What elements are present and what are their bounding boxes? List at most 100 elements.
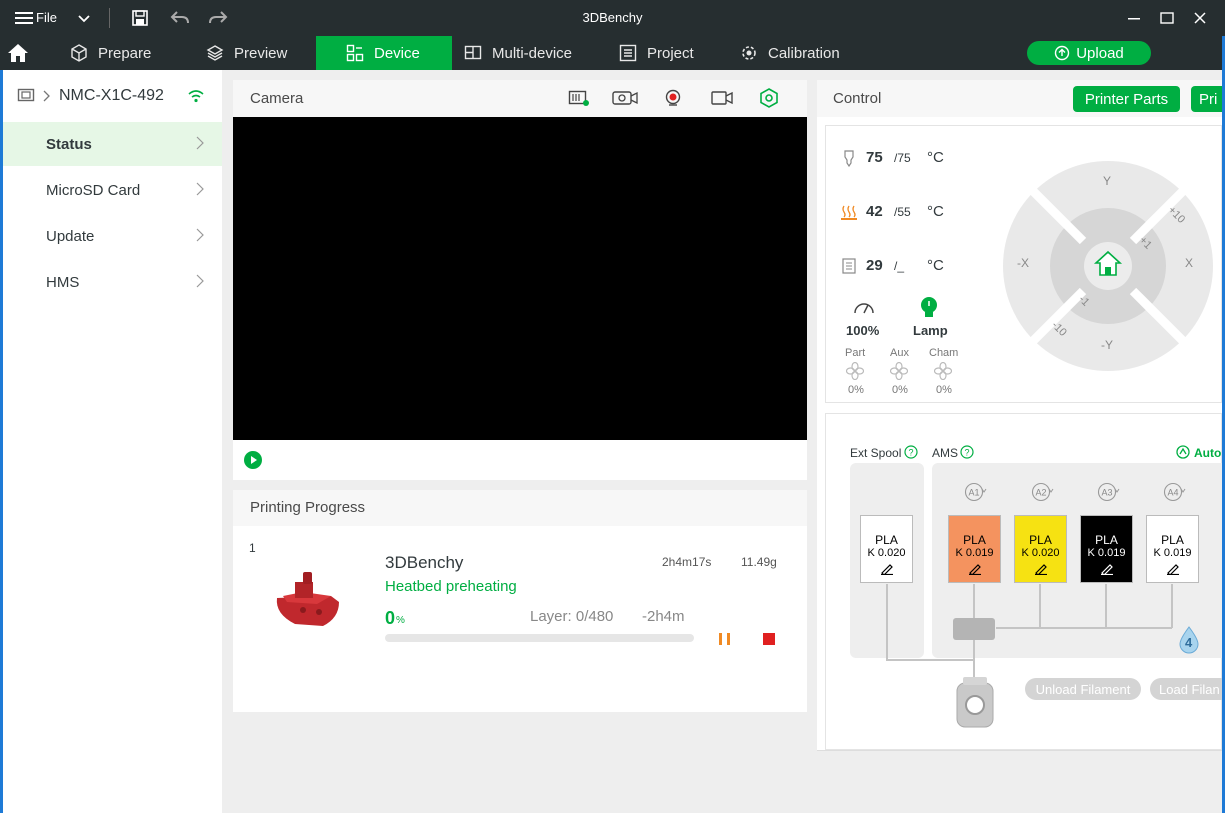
fan-aux-label: Aux [890, 347, 909, 359]
chamber-fan-icon[interactable] [933, 361, 953, 385]
project-icon [619, 44, 637, 62]
edit-icon [1166, 564, 1179, 576]
ams-tray-a2[interactable]: PLA K 0.020 [1014, 515, 1067, 583]
tab-preview[interactable]: Preview [206, 36, 316, 70]
video-icon[interactable] [710, 89, 734, 111]
camera-settings-icon[interactable] [759, 88, 779, 112]
nozzle-temp-current[interactable]: 75 [866, 149, 883, 166]
bed-temp-target[interactable]: /55 [894, 205, 911, 219]
printer-parts-button[interactable]: Printer Parts [1073, 86, 1180, 112]
control-header: Control Printer Parts Pri [817, 80, 1222, 117]
auto-refill-label[interactable]: Auto [1194, 446, 1222, 460]
chamber-temp-current: 29 [866, 257, 883, 274]
humidity-level: 4 [1185, 635, 1193, 650]
jog-x-plus[interactable]: X [1185, 256, 1193, 270]
unload-filament-button[interactable]: Unload Filament [1025, 678, 1141, 700]
minimize-icon[interactable] [1124, 8, 1144, 28]
camera-view[interactable] [233, 117, 807, 440]
part-fan-icon[interactable] [845, 361, 865, 385]
help-icon[interactable]: ? [904, 445, 918, 464]
tray-material: PLA [1161, 533, 1184, 547]
printer-icon [17, 87, 35, 108]
camera-panel: Camera [233, 80, 807, 480]
print-options-button[interactable]: Pri [1191, 86, 1222, 112]
sd-card-icon[interactable] [568, 89, 590, 111]
chevron-right-icon [196, 228, 204, 242]
tab-multi-device[interactable]: Multi-device [464, 36, 604, 70]
play-icon[interactable] [243, 450, 263, 475]
tray-material: PLA [1029, 533, 1052, 547]
stop-icon[interactable] [762, 632, 776, 651]
ams-tray-a4[interactable]: PLA K 0.019 [1146, 515, 1199, 583]
tab-device-label: Device [374, 44, 420, 62]
close-icon[interactable] [1190, 8, 1210, 28]
jog-y-minus[interactable]: -Y [1101, 338, 1113, 352]
humidity-icon[interactable]: 4 [1177, 625, 1201, 660]
ams-tray-a3[interactable]: PLA K 0.019 [1080, 515, 1133, 583]
print-duration: 2h4m17s [662, 555, 712, 569]
help-icon[interactable]: ? [960, 445, 974, 464]
tray-material: PLA [963, 533, 986, 547]
tray-k-value: K 0.019 [955, 547, 994, 559]
tab-device[interactable]: Device [316, 36, 452, 70]
chamber-temp-target: /_ [894, 259, 905, 273]
progress-percent: 0 [385, 608, 396, 628]
control-title: Control [833, 90, 882, 107]
tab-prepare[interactable]: Prepare [70, 36, 180, 70]
ams-label: AMS [932, 446, 959, 460]
tray-k-value: K 0.019 [1087, 547, 1126, 559]
auto-refill-icon[interactable] [1176, 445, 1190, 464]
jog-x-minus[interactable]: -X [1017, 256, 1029, 270]
tab-project-label: Project [647, 44, 694, 62]
sidebar-item-update[interactable]: Update [3, 214, 222, 258]
jog-y-plus[interactable]: Y [1103, 174, 1111, 188]
ams-tray-a1[interactable]: PLA K 0.019 [948, 515, 1001, 583]
maximize-icon[interactable] [1157, 8, 1177, 28]
aux-fan-icon[interactable] [889, 361, 909, 385]
cube-icon [71, 44, 87, 62]
tray-material: PLA [1095, 533, 1118, 547]
load-filament-button[interactable]: Load Filan [1150, 678, 1222, 700]
title-bar: File 3DBenchy [0, 0, 1225, 36]
record-icon[interactable] [664, 89, 682, 111]
timelapse-icon[interactable] [611, 89, 639, 111]
lamp-label[interactable]: Lamp [913, 323, 948, 338]
edit-icon [968, 564, 981, 576]
speed-icon[interactable] [853, 298, 875, 321]
nozzle-temp-target[interactable]: /75 [894, 151, 911, 165]
fan-part-label: Part [845, 347, 866, 359]
progress-percent-unit: % [396, 615, 405, 626]
ext-spool-tray[interactable]: PLA K 0.020 [860, 515, 913, 583]
sidebar-item-microsd-card[interactable]: MicroSD Card [3, 168, 222, 212]
model-thumbnail [273, 568, 343, 635]
svg-text:A3: A3 [1101, 488, 1112, 498]
home-tab[interactable] [0, 36, 46, 70]
edit-icon [1100, 564, 1113, 576]
speed-value[interactable]: 100% [846, 323, 879, 338]
jog-control[interactable]: Y -Y -X X +10 +1 -1 -10 [1003, 161, 1213, 371]
chamber-temp-unit: °C [927, 257, 944, 274]
upload-label: Upload [1076, 44, 1124, 62]
tab-calibration-label: Calibration [768, 44, 840, 62]
bed-temp-current[interactable]: 42 [866, 203, 883, 220]
main-tab-bar: Prepare Preview Device Multi-device Proj… [0, 36, 1225, 70]
svg-text:?: ? [964, 448, 969, 458]
tray-k-value: K 0.020 [1021, 547, 1060, 559]
unload-filament-label: Unload Filament [1035, 681, 1131, 697]
lamp-icon[interactable] [919, 296, 939, 325]
svg-text:A4: A4 [1167, 488, 1178, 498]
filament-weight: 11.49g [741, 555, 777, 569]
chevron-right-icon [196, 182, 204, 196]
sidebar-item-status[interactable]: Status [3, 122, 222, 166]
sidebar-item-hms[interactable]: HMS [3, 260, 222, 304]
chevron-right-icon [42, 89, 50, 107]
tab-calibration[interactable]: Calibration [740, 36, 870, 70]
layers-icon [206, 45, 224, 61]
tab-project[interactable]: Project [619, 36, 729, 70]
toolhead-icon [956, 677, 994, 728]
ext-spool-label: Ext Spool [850, 446, 902, 460]
upload-button[interactable]: Upload [1027, 41, 1151, 65]
time-remaining: -2h4m [642, 608, 685, 625]
printer-name[interactable]: NMC-X1C-492 [59, 87, 164, 105]
pause-icon[interactable] [717, 631, 733, 652]
